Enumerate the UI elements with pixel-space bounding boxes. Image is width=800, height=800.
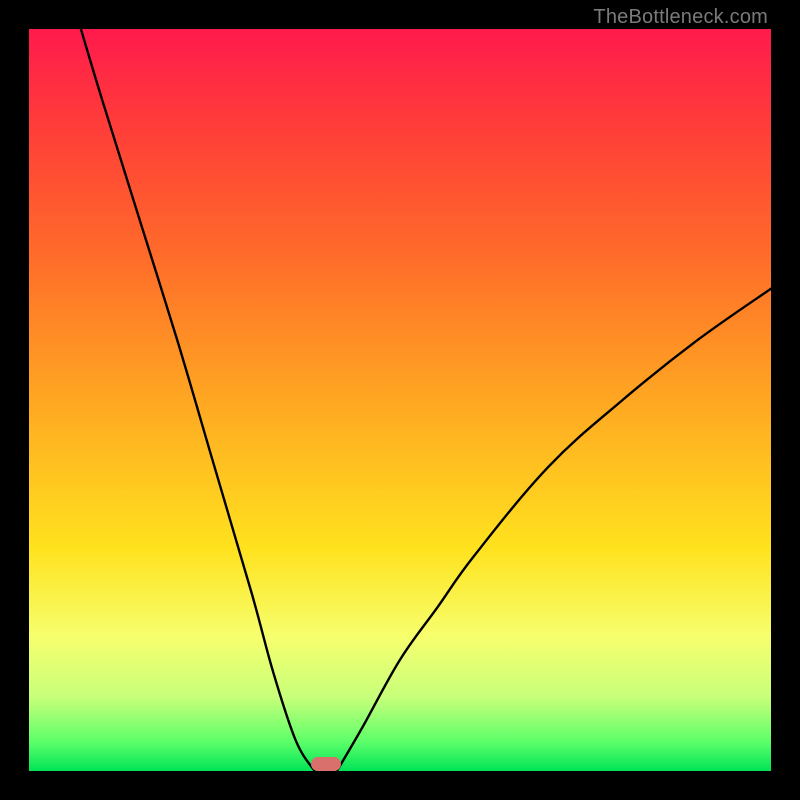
watermark-text: TheBottleneck.com [593, 6, 768, 29]
outer-black-frame: TheBottleneck.com [0, 0, 800, 800]
chart-curves-svg [29, 29, 771, 771]
curve-right-branch [337, 289, 771, 771]
bottleneck-minimum-marker [311, 757, 341, 771]
curve-left-branch [81, 29, 315, 771]
chart-plot-area [29, 29, 771, 771]
